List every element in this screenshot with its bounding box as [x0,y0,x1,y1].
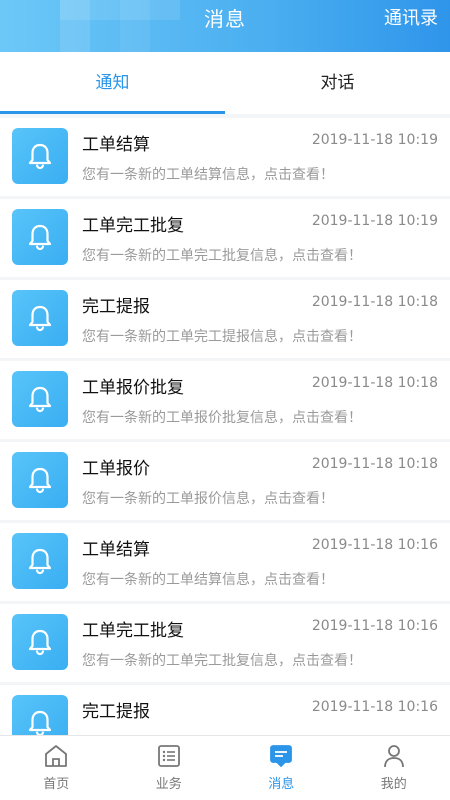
bell-icon [12,128,68,184]
nav-messages[interactable]: 消息 [225,736,338,800]
bell-icon [12,533,68,589]
notification-time: 2019-11-18 10:16 [311,699,438,715]
home-icon [45,745,68,767]
list-item[interactable]: 工单报价 2019-11-18 10:18 您有一条新的工单报价信息，点击查看！ [0,442,450,520]
bell-icon [12,614,68,670]
list-item[interactable]: 工单结算 2019-11-18 10:19 您有一条新的工单结算信息，点击查看！ [0,118,450,196]
list-item[interactable]: 工单完工批复 2019-11-18 10:19 您有一条新的工单完工批复信息，点… [0,199,450,277]
nav-mine[interactable]: 我的 [338,736,450,800]
page-title: 消息 [204,7,246,31]
notification-time: 2019-11-18 10:19 [311,213,438,229]
notification-title: 工单报价批复 [82,378,184,398]
contacts-link[interactable]: 通讯录 [384,0,438,38]
tab-conversations[interactable]: 对话 [225,52,450,114]
notification-time: 2019-11-18 10:18 [311,456,438,472]
list-icon [157,745,180,767]
notification-time: 2019-11-18 10:18 [311,375,438,391]
list-item[interactable]: 工单报价批复 2019-11-18 10:18 您有一条新的工单报价批复信息，点… [0,361,450,439]
notification-desc: 您有一条新的工单完工提报信息，点击查看！ [82,329,362,345]
bell-icon [12,695,68,736]
notification-desc: 您有一条新的工单完工批复信息，点击查看！ [82,248,362,264]
tab-bar: 通知 对话 [0,52,450,114]
user-icon [383,745,404,768]
notification-desc: 您有一条新的工单报价信息，点击查看！ [82,491,334,507]
nav-messages-label: 消息 [268,777,295,792]
notification-time: 2019-11-18 10:16 [311,537,438,553]
nav-mine-label: 我的 [380,777,407,792]
bell-icon [12,209,68,265]
bell-icon [12,452,68,508]
notification-title: 完工提报 [82,702,150,722]
bell-icon [12,371,68,427]
nav-business[interactable]: 业务 [113,736,226,800]
nav-business-label: 业务 [155,777,182,792]
list-item[interactable]: 完工提报 2019-11-18 10:16 [0,685,450,736]
notification-title: 工单完工批复 [82,216,184,236]
notification-desc: 您有一条新的工单结算信息，点击查看！ [82,167,334,183]
notification-desc: 您有一条新的工单完工批复信息，点击查看！ [82,653,362,669]
nav-home[interactable]: 首页 [0,736,113,800]
notification-time: 2019-11-18 10:16 [311,618,438,634]
notification-title: 工单报价 [82,459,150,479]
list-item[interactable]: 工单完工批复 2019-11-18 10:16 您有一条新的工单完工批复信息，点… [0,604,450,682]
notification-desc: 您有一条新的工单报价批复信息，点击查看！ [82,410,362,426]
notification-title: 工单结算 [82,135,150,155]
notification-time: 2019-11-18 10:19 [311,132,438,148]
tab-notifications[interactable]: 通知 [0,52,225,114]
notification-title: 工单完工批复 [82,621,184,641]
notification-desc: 您有一条新的工单结算信息，点击查看！ [82,572,334,588]
message-icon [270,745,293,768]
header-bar: 消息 通讯录 [0,0,450,52]
nav-home-label: 首页 [43,777,70,792]
bell-icon [12,290,68,346]
notification-time: 2019-11-18 10:18 [311,294,438,310]
notification-list: 工单结算 2019-11-18 10:19 您有一条新的工单结算信息，点击查看！… [0,118,450,736]
notification-title: 工单结算 [82,540,150,560]
list-item[interactable]: 完工提报 2019-11-18 10:18 您有一条新的工单完工提报信息，点击查… [0,280,450,358]
notification-title: 完工提报 [82,297,150,317]
list-item[interactable]: 工单结算 2019-11-18 10:16 您有一条新的工单结算信息，点击查看！ [0,523,450,601]
bottom-nav: 首页 业务 消息 我的 [0,735,450,800]
